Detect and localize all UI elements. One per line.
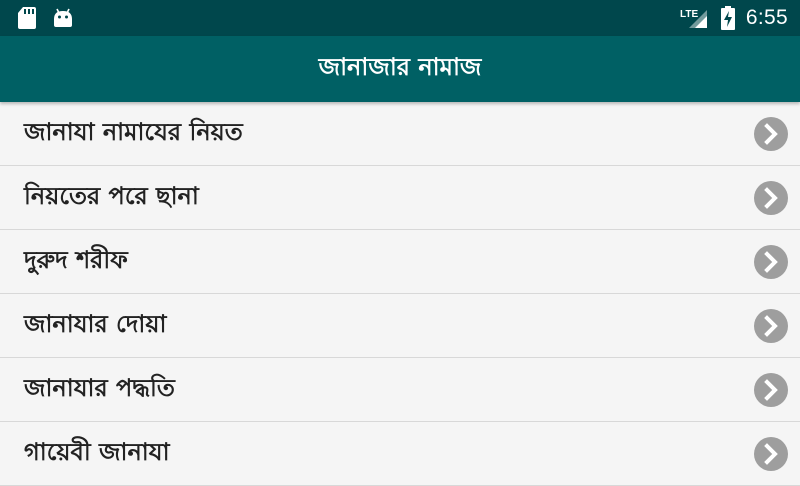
list-item-label: দুরুদ শরীফ [24,245,128,274]
topic-list: জানাযা নামাযের নিয়ত নিয়তের পরে ছানা দু… [0,102,800,486]
list-item[interactable]: দুরুদ শরীফ [0,230,800,294]
list-item[interactable]: জানাযার দোয়া [0,294,800,358]
list-item-label: নিয়তের পরে ছানা [24,181,199,210]
chevron-right-circle-icon[interactable] [754,244,788,279]
chevron-right-circle-icon[interactable] [754,372,788,407]
app-bar: জানাজার নামাজ [0,36,800,102]
page-title: জানাজার নামাজ [318,53,482,81]
sd-card-icon [18,7,36,29]
list-item-label: গায়েবী জানাযা [24,437,170,466]
chevron-right-circle-icon[interactable] [754,308,788,343]
chevron-right-circle-icon[interactable] [754,116,788,151]
list-item[interactable]: নিয়তের পরে ছানা [0,166,800,230]
list-item-label: জানাযার পদ্ধতি [24,373,175,402]
svg-text:LTE: LTE [680,9,698,20]
list-item[interactable]: গায়েবী জানাযা [0,422,800,486]
chevron-right-circle-icon[interactable] [754,180,788,215]
list-item[interactable]: জানাযার পদ্ধতি [0,358,800,422]
list-item[interactable]: জানাযা নামাযের নিয়ত [0,102,800,166]
lte-signal-icon: LTE [680,9,707,28]
list-item-label: জানাযা নামাযের নিয়ত [24,117,243,146]
clock-time: 6:55 [745,6,788,29]
status-bar: LTE 6:55 [0,0,800,36]
android-icon [54,8,72,27]
list-item-label: জানাযার দোয়া [24,309,167,338]
chevron-right-circle-icon[interactable] [754,436,788,471]
battery-charging-icon [720,6,735,30]
